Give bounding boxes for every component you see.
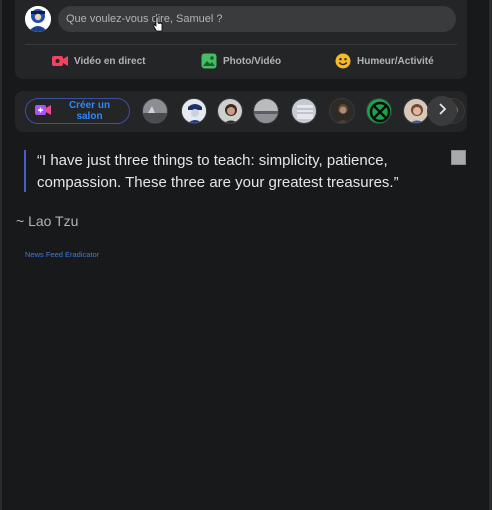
live-video-label: Vidéo en direct xyxy=(74,55,146,67)
story-avatar[interactable] xyxy=(329,98,355,124)
next-rooms-button[interactable] xyxy=(427,96,457,126)
video-room-plus-icon xyxy=(35,104,51,119)
post-composer: Vidéo en direct Photo/Vidéo Humeur/Activ… xyxy=(15,0,467,79)
quote-author: ~ Lao Tzu xyxy=(16,213,79,229)
left-edge xyxy=(0,0,2,510)
create-room-label: Créer un salon xyxy=(68,100,111,122)
story-avatar[interactable] xyxy=(366,98,392,124)
story-avatar[interactable] xyxy=(217,98,243,124)
status-input[interactable] xyxy=(58,6,456,32)
feeling-activity-icon xyxy=(335,53,351,69)
photo-video-icon xyxy=(201,53,217,69)
feeling-activity-label: Humeur/Activité xyxy=(357,55,434,67)
feeling-activity-button[interactable]: Humeur/Activité xyxy=(335,51,434,71)
quote-text: “I have just three things to teach: simp… xyxy=(37,152,399,191)
story-avatar[interactable] xyxy=(181,98,207,124)
quote-accent-bar xyxy=(24,150,26,192)
live-video-button[interactable]: Vidéo en direct xyxy=(52,51,146,71)
create-room-button[interactable]: Créer un salon xyxy=(25,98,130,124)
story-avatar[interactable] xyxy=(142,98,168,124)
story-avatar[interactable] xyxy=(403,98,429,124)
live-video-icon xyxy=(52,53,68,69)
photo-video-button[interactable]: Photo/Vidéo xyxy=(201,51,281,71)
composer-divider xyxy=(25,44,457,45)
settings-checkbox[interactable] xyxy=(451,150,466,165)
story-avatar[interactable] xyxy=(291,98,317,124)
chevron-right-icon xyxy=(437,102,447,120)
rooms-row: Créer un salon xyxy=(15,91,467,132)
mouse-pointer-icon xyxy=(153,16,163,32)
user-avatar[interactable] xyxy=(25,6,51,32)
news-feed-eradicator-link[interactable]: News Feed Eradicator xyxy=(25,250,99,259)
photo-video-label: Photo/Vidéo xyxy=(223,55,282,67)
story-avatar[interactable] xyxy=(253,98,279,124)
